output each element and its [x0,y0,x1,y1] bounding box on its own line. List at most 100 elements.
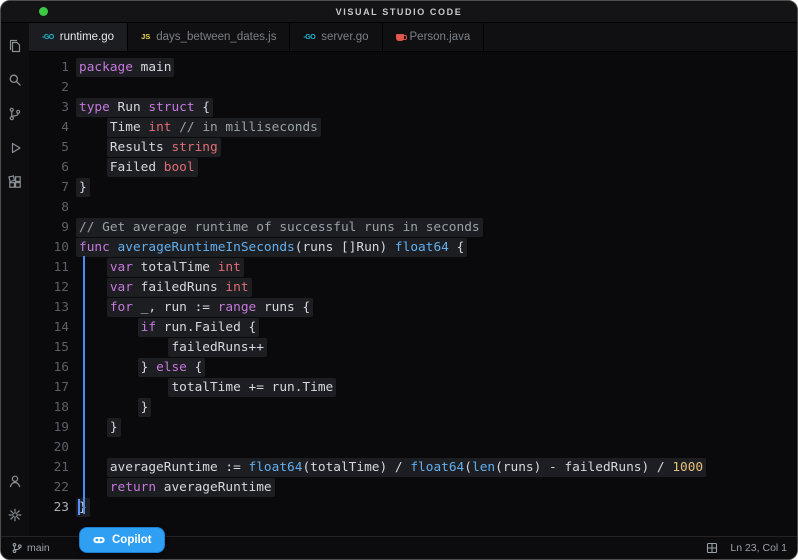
line-number: 3 [29,98,69,118]
code-line[interactable]: 6 Failed bool [29,158,797,178]
gear-icon [7,507,23,523]
code-line-text: } else { [69,358,202,378]
line-number: 9 [29,218,69,238]
code-line[interactable]: 10func averageRuntimeInSeconds(runs []Ru… [29,238,797,258]
code-line[interactable]: 16 } else { [29,358,797,378]
java-file-icon [396,34,404,41]
code-line-text [69,78,79,98]
activity-explorer[interactable] [1,29,29,63]
text-cursor [78,499,80,515]
line-number: 14 [29,318,69,338]
line-number: 10 [29,238,69,258]
code-line-text: totalTime += run.Time [69,378,333,398]
copilot-label: Copilot [112,534,152,546]
line-number: 23 [29,498,69,518]
line-number: 15 [29,338,69,358]
code-line[interactable]: 1package main [29,58,797,78]
branch-indicator[interactable]: main [11,542,50,554]
line-number: 16 [29,358,69,378]
code-line[interactable]: 22 return averageRuntime [29,478,797,498]
code-line[interactable]: 15 failedRuns++ [29,338,797,358]
vscode-window: Visual Studio Code [0,0,798,560]
line-number: 17 [29,378,69,398]
code-line-text: } [69,418,118,438]
activity-bar [1,23,29,536]
line-number: 12 [29,278,69,298]
git-branch-icon [11,542,23,554]
activity-account[interactable] [1,464,29,498]
branch-label: main [27,542,50,554]
line-number: 8 [29,198,69,218]
copilot-button[interactable]: Copilot [79,527,165,553]
cursor-position[interactable]: Ln 23, Col 1 [730,542,787,554]
code-editor[interactable]: 1package main23type Run struct {4 Time i… [29,52,797,536]
code-line[interactable]: 20 [29,438,797,458]
code-line[interactable]: 2 [29,78,797,98]
code-line-text: Failed bool [69,158,195,178]
code-line-text: Results string [69,138,218,158]
code-line-text [69,198,79,218]
activity-settings[interactable] [1,498,29,532]
code-line[interactable]: 19 } [29,418,797,438]
code-line[interactable]: 4 Time int // in milliseconds [29,118,797,138]
activity-search[interactable] [1,63,29,97]
account-icon [7,473,23,489]
code-line[interactable]: 18 } [29,398,797,418]
tab-days-between-dates-js[interactable]: JS days_between_dates.js [128,23,290,51]
window-title: Visual Studio Code [336,7,463,17]
active-indent-guide [83,256,85,514]
line-number: 5 [29,138,69,158]
copilot-icon [92,533,106,547]
js-file-icon: JS [141,33,150,41]
code-line[interactable]: 23} [29,498,797,518]
code-line-text: if run.Failed { [69,318,256,338]
code-line[interactable]: 11 var totalTime int [29,258,797,278]
code-line-text: var totalTime int [69,258,241,278]
activity-extensions[interactable] [1,165,29,199]
code-line-text [69,438,79,458]
code-line-text: Time int // in milliseconds [69,118,318,138]
line-number: 1 [29,58,69,78]
activity-run-debug[interactable] [1,131,29,165]
code-line[interactable]: 13 for _, run := range runs { [29,298,797,318]
code-line[interactable]: 9// Get average runtime of successful ru… [29,218,797,238]
activity-source-control[interactable] [1,97,29,131]
tab-runtime-go[interactable]: -GO runtime.go [29,23,128,51]
line-number: 4 [29,118,69,138]
code-line[interactable]: 3type Run struct { [29,98,797,118]
tab-label: server.go [321,31,368,43]
tab-label: Person.java [410,31,471,43]
tab-label: runtime.go [60,31,114,43]
search-icon [7,72,23,88]
tab-server-go[interactable]: -GO server.go [290,23,382,51]
go-file-icon: -GO [42,34,54,41]
code-line[interactable]: 21 averageRuntime := float64(totalTime) … [29,458,797,478]
code-line-text: averageRuntime := float64(totalTime) / f… [69,458,703,478]
code-line[interactable]: 8 [29,198,797,218]
line-number: 7 [29,178,69,198]
code-line[interactable]: 14 if run.Failed { [29,318,797,338]
editor-layout-icon [706,542,718,554]
code-line-text: } [69,398,148,418]
code-line-text: // Get average runtime of successful run… [69,218,480,238]
code-line[interactable]: 5 Results string [29,138,797,158]
code-line[interactable]: 17 totalTime += run.Time [29,378,797,398]
line-number: 13 [29,298,69,318]
editor-layout-button[interactable] [706,542,718,554]
code-line-text: package main [69,58,171,78]
line-number: 19 [29,418,69,438]
files-icon [7,38,23,54]
line-number: 22 [29,478,69,498]
git-branch-icon [7,106,23,122]
line-number: 11 [29,258,69,278]
tab-person-java[interactable]: Person.java [383,23,485,51]
tab-label: days_between_dates.js [156,31,276,43]
code-lines: 1package main23type Run struct {4 Time i… [29,58,797,518]
code-line-text: for _, run := range runs { [69,298,310,318]
extensions-icon [7,174,23,190]
window-control-green[interactable] [39,7,48,16]
cursor-position-label: Ln 23, Col 1 [730,542,787,554]
code-line-text: failedRuns++ [69,338,264,358]
code-line[interactable]: 7} [29,178,797,198]
code-line[interactable]: 12 var failedRuns int [29,278,797,298]
